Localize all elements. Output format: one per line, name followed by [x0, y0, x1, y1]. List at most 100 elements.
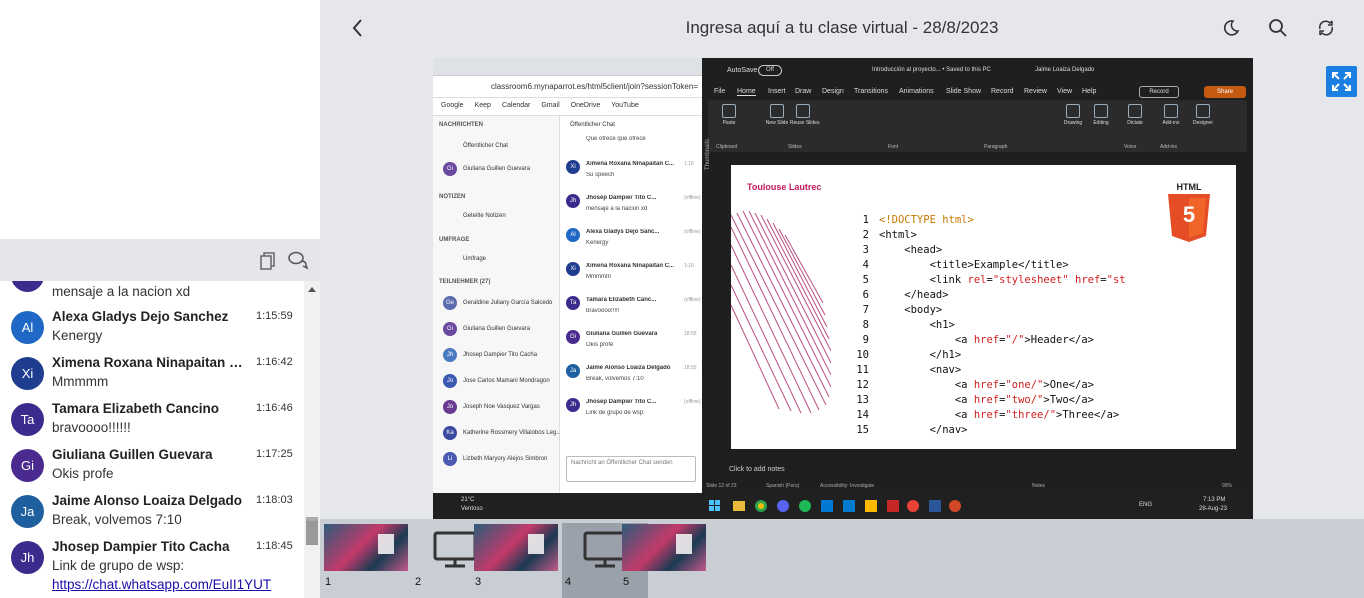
clock-date[interactable]: 28-Aug-23	[1199, 506, 1227, 512]
chat-bubbles-icon[interactable]	[287, 249, 309, 271]
slide-preview-image	[622, 524, 706, 571]
chat-item-text: Break, volvemos 7:10	[586, 376, 644, 382]
ribbon-group-label: Font	[888, 144, 899, 150]
ribbon-group-label: Clipboard	[716, 144, 738, 150]
ribbon-group-label: Slides	[788, 144, 802, 150]
ribbon-button-icon	[796, 104, 810, 118]
avatar: Jh	[443, 348, 457, 362]
notes-toggle[interactable]: Notes	[1032, 483, 1045, 489]
slide-preview-image	[324, 524, 408, 571]
ppt-menu-item[interactable]: File	[714, 88, 725, 95]
share-button[interactable]: Share	[1204, 86, 1246, 98]
accessibility-status[interactable]: Accessibility: Investigate	[820, 483, 874, 489]
slide-thumbnail[interactable]: 1	[322, 523, 408, 598]
ppt-menu-item[interactable]: Insert	[768, 88, 786, 95]
ribbon-button-icon	[1128, 104, 1142, 118]
bbb-public-chat: Öffentlicher Chat Que ofrece que ofrece …	[560, 116, 702, 493]
bookmark-item[interactable]: Calendar	[502, 102, 530, 109]
participant-name[interactable]: Katherine Rossmery Villalobos Leg...	[463, 430, 561, 436]
ppt-menu-item[interactable]: Draw	[795, 88, 811, 95]
slide-canvas: Toulouse Lautrec HTML 5 1 <!DOCTYPE html…	[731, 165, 1236, 449]
message-author: Tamara Elizabeth Cancino	[52, 401, 220, 416]
message-text: Break, volvemos 7:10	[52, 512, 182, 527]
participant-name[interactable]: Jose Carlos Mamani Mondragon	[463, 378, 550, 384]
avatar: Xi	[11, 357, 44, 390]
user-name: Jaime Loaiza Delgado	[1035, 67, 1095, 73]
public-chat-link[interactable]: Öffentlicher Chat	[463, 143, 508, 149]
chat-item-time: 18:55	[684, 365, 697, 371]
chat-item-author: Jhosep Dampier Tito C...	[586, 195, 657, 201]
ribbon-button[interactable]: Dictate	[1122, 104, 1148, 134]
ribbon-group-label: Voice	[1124, 144, 1137, 150]
avatar	[11, 281, 44, 292]
strip-scrollbar[interactable]	[304, 519, 320, 598]
scroll-up-arrow-icon[interactable]	[308, 287, 316, 292]
ribbon-button[interactable]: Add-ins	[1158, 104, 1184, 134]
ribbon-button[interactable]: New Slide	[764, 104, 790, 134]
clock-time[interactable]: 7:13 PM	[1203, 497, 1225, 503]
ribbon-button-icon	[1164, 104, 1178, 118]
code-line: 14 <a href="three/">Three</a>	[856, 409, 1120, 421]
code-line: 3 <head>	[862, 244, 943, 256]
ribbon-button[interactable]: Drawing	[1060, 104, 1086, 134]
bbb-sidebar: NACHRICHTEN Öffentlicher Chat Gi Giulian…	[433, 116, 561, 493]
ribbon-button[interactable]: Paste	[716, 104, 742, 134]
fullscreen-button[interactable]	[1326, 66, 1357, 97]
taskbar-apps[interactable]	[709, 499, 979, 513]
browser-tabs[interactable]	[433, 58, 702, 76]
avatar: Ge	[443, 296, 457, 310]
ppt-menu-item[interactable]: Animations	[899, 88, 934, 95]
ppt-menu-item[interactable]: Help	[1082, 88, 1096, 95]
rotate-icon[interactable]	[1314, 16, 1338, 40]
address-bar[interactable]: classroom6.mynaparrot.es/html5client/joi…	[433, 76, 702, 98]
ribbon-button[interactable]: Designer	[1190, 104, 1216, 134]
code-line: 2 <html>	[862, 229, 917, 241]
slide-thumbnail[interactable]: 3	[472, 523, 558, 598]
ppt-menu-item[interactable]: Slide Show	[946, 88, 981, 95]
zoom-level[interactable]: 99%	[1222, 483, 1232, 489]
participant-name[interactable]: Joseph Noe Vasquez Vargas	[463, 404, 540, 410]
ppt-menu-item[interactable]: View	[1057, 88, 1072, 95]
ribbon-button-icon	[1066, 104, 1080, 118]
autosave-label: AutoSave	[727, 67, 758, 74]
ppt-menu-item[interactable]: Transitions	[854, 88, 888, 95]
slide-thumbnail[interactable]: 5	[620, 523, 706, 598]
code-line: 15 </nav>	[856, 424, 968, 436]
bookmark-item[interactable]: Keep	[475, 102, 491, 109]
bookmarks-bar: Google Keep Calendar Gmail OneDrive YouTube	[433, 98, 702, 116]
notes-placeholder[interactable]: Click to add notes	[729, 466, 785, 473]
ppt-titlebar: AutoSave Off Introducción al proyecto...…	[702, 58, 1253, 84]
search-icon[interactable]	[1266, 16, 1290, 40]
autosave-toggle[interactable]: Off	[758, 65, 782, 76]
copy-icon[interactable]	[258, 249, 280, 271]
participant-name[interactable]: Lizbeth Maryory Alejos Simbron	[463, 456, 547, 462]
shared-notes-link[interactable]: Geteilte Notizen	[463, 213, 506, 219]
poll-link[interactable]: Umfrage	[463, 256, 486, 262]
chat-item-author: Tamara Elizabeth Canc...	[586, 297, 657, 303]
language-status[interactable]: Spanish (Peru)	[766, 483, 799, 489]
code-line: 1 <!DOCTYPE html>	[862, 214, 974, 226]
participant-name[interactable]: Giuliana Guillen Guevara	[463, 326, 530, 332]
bookmark-item[interactable]: Gmail	[541, 102, 559, 109]
ppt-menu-item[interactable]: Record	[991, 88, 1014, 95]
record-button[interactable]: Record	[1139, 86, 1179, 98]
ppt-menu-item[interactable]: Review	[1024, 88, 1047, 95]
bookmark-item[interactable]: YouTube	[611, 102, 639, 109]
chat-message-input[interactable]: Nachricht an Öffentlicher Chat senden	[566, 456, 696, 482]
participant-name[interactable]: Geraldine Juliany García Salcedo	[463, 300, 552, 306]
participant-name[interactable]: Jhosep Dampier Tito Cacha	[463, 352, 537, 358]
ppt-menu-item[interactable]: Home	[737, 88, 756, 96]
chat-message: Gi Giuliana Guillen Guevara 1:17:25 Okis pr…	[0, 447, 304, 493]
ribbon-button[interactable]: Editing	[1088, 104, 1114, 134]
moon-icon[interactable]	[1219, 16, 1243, 40]
avatar: Jh	[566, 194, 580, 208]
bookmark-item[interactable]: OneDrive	[571, 102, 601, 109]
language-indicator[interactable]: ENG	[1139, 502, 1152, 508]
bookmark-item[interactable]: Google	[441, 102, 464, 109]
ppt-menu-item[interactable]: Design	[822, 88, 844, 95]
ribbon-button[interactable]: Reuse Slides	[790, 104, 819, 134]
private-chat-link[interactable]: Giuliana Guillen Guevara	[463, 166, 530, 172]
scrollbar-thumb[interactable]	[306, 521, 318, 545]
message-link[interactable]: https://chat.whatsapp.com/EuII1YUT	[52, 577, 302, 592]
notes-heading: NOTIZEN	[439, 194, 466, 200]
